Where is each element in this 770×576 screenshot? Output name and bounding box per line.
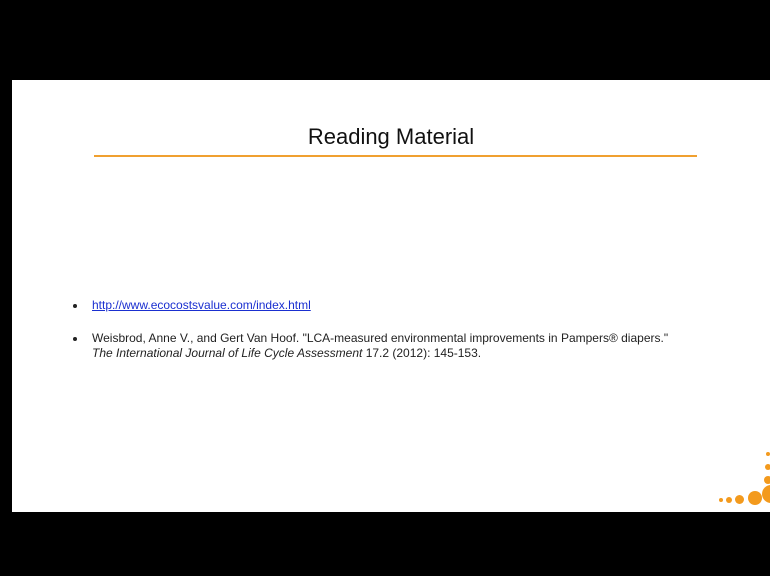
- presentation-slide: Reading Material http://www.ecocostsvalu…: [12, 80, 770, 512]
- letterbox-left-edge: [0, 0, 12, 576]
- letterbox-top-bar: [0, 0, 770, 80]
- orange-dots-decoration-icon: [12, 80, 770, 512]
- letterbox-bottom-bar: [0, 512, 770, 576]
